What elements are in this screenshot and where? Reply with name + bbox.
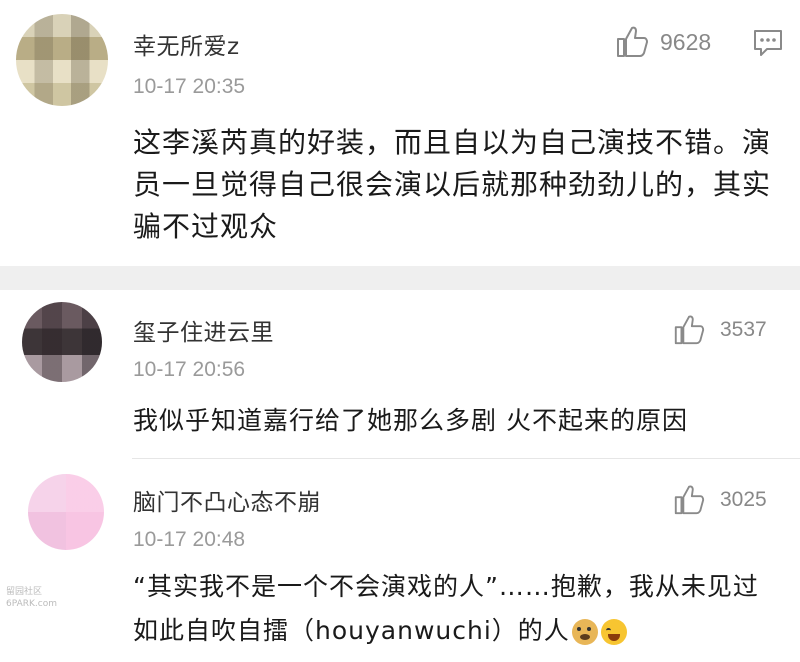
like-button[interactable]: 3025 — [672, 483, 767, 517]
comment-timestamp: 10-17 20:56 — [133, 358, 246, 381]
comment-text: 这李溪芮真的好装，而且自以为自己演技不错。演员一旦觉得自己很会演以后就那种劲劲儿… — [133, 126, 772, 243]
laughing-tears-emoji-icon — [600, 619, 627, 645]
doge-emoji-icon — [571, 619, 598, 645]
like-count: 3025 — [720, 488, 767, 511]
comment-reply-icon[interactable] — [752, 28, 784, 58]
thumbs-up-icon — [674, 485, 705, 515]
comment-text: “其实我不是一个不会演戏的人”……抱歉，我从未见过如此自吹自擂（houyanwu… — [133, 565, 783, 653]
comment-text-main: “其实我不是一个不会演戏的人”……抱歉，我从未见过如此自吹自擂（houyanwu… — [133, 572, 759, 645]
avatar[interactable] — [22, 302, 102, 382]
like-button[interactable]: 3537 — [672, 313, 767, 347]
watermark: 留园社区 6PARK.com — [6, 587, 57, 609]
like-count: 3537 — [720, 318, 767, 341]
comment-timestamp: 10-17 20:48 — [133, 528, 246, 551]
comment-text: 我似乎知道嘉行给了她那么多剧 火不起来的原因 — [133, 406, 688, 435]
like-count: 9628 — [660, 28, 712, 55]
comment-timestamp: 10-17 20:35 — [133, 75, 246, 98]
thumbs-up-icon — [674, 315, 705, 345]
comment-username[interactable]: 脑门不凸心态不崩 — [133, 483, 321, 517]
comment-username[interactable]: 玺子住进云里 — [133, 313, 274, 347]
section-separator — [0, 266, 800, 290]
comment-card-1: 幸无所爱z 10-17 20:35 9628 这李溪芮真的好装，而且自以为自己演… — [0, 0, 800, 266]
avatar[interactable] — [16, 14, 108, 106]
comment-card-2: 玺子住进云里 10-17 20:56 3537 我似乎知道嘉行给了她那么多剧 火… — [0, 290, 800, 458]
avatar[interactable] — [28, 474, 104, 550]
thumbs-up-icon — [617, 26, 648, 57]
like-button[interactable]: 9628 — [614, 24, 711, 60]
comment-card-3: 脑门不凸心态不崩 10-17 20:48 3025 “其实我不是一个不会演戏的人… — [0, 459, 800, 662]
comment-username[interactable]: 幸无所爱z — [133, 27, 240, 61]
